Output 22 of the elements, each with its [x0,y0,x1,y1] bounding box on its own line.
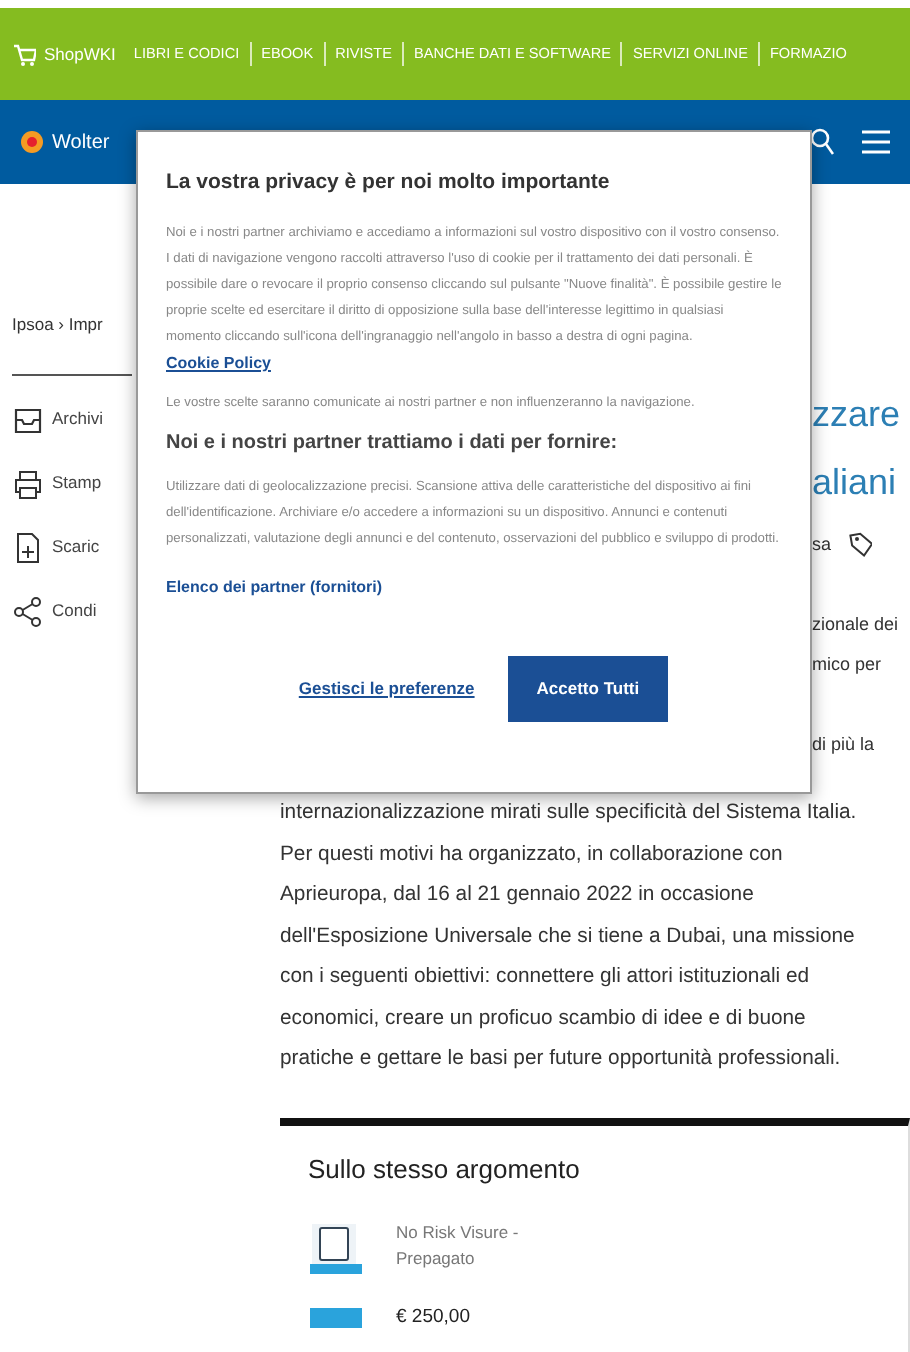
lead-text: mico per [812,652,884,679]
article-title: zzare [812,392,903,438]
breadcrumb[interactable]: Ipsoa › Impr [12,312,132,338]
logo-text: Wolter [52,129,110,157]
article-title: aliani [812,460,899,507]
action-link[interactable]: Scaric [52,534,100,561]
product-price: € 250,00 [396,1303,472,1332]
dialog-heading: Noi e i nostri partner trattiamo i dati per fornire: [166,429,620,458]
lead-text: di più la [812,732,877,759]
section-title: Sullo stesso argomento [308,1151,582,1188]
dialog-title: La vostra privacy è per noi molto importante [166,168,612,198]
action-link[interactable]: Archivi [52,406,104,433]
policy-link[interactable]: Cookie Policy [166,353,271,372]
accept-button[interactable]: Accetto Tutti [508,655,668,721]
article-paragraph: internazionalizzazione mirati sulle specificità del Sistema Italia. Per questi motivi ha organizzato, in collaborazione con Aprieuropa, dal 16 al 21 gennaio 2022 in occasione dell'Esposizione Universale che si tiene a Dubai, una missione con i seguenti obiettivi: connettere gli attori istituzionali ed economici, creare un proficuo scambio di idee e di buone pratiche e gettare le basi per future opportunità professionali. [278,800,859,1074]
action-link[interactable]: Stamp [52,470,102,497]
preferences-link[interactable]: Gestisci le preferenze [280,661,493,715]
action-link[interactable]: Condi [52,598,97,625]
article-meta: sa [812,532,832,559]
lead-text: zionale dei [812,612,901,639]
product-title[interactable]: No Risk Visure - Prepagato [396,1220,536,1271]
partners-link[interactable]: Elenco dei partner (fornitori) [166,575,383,600]
